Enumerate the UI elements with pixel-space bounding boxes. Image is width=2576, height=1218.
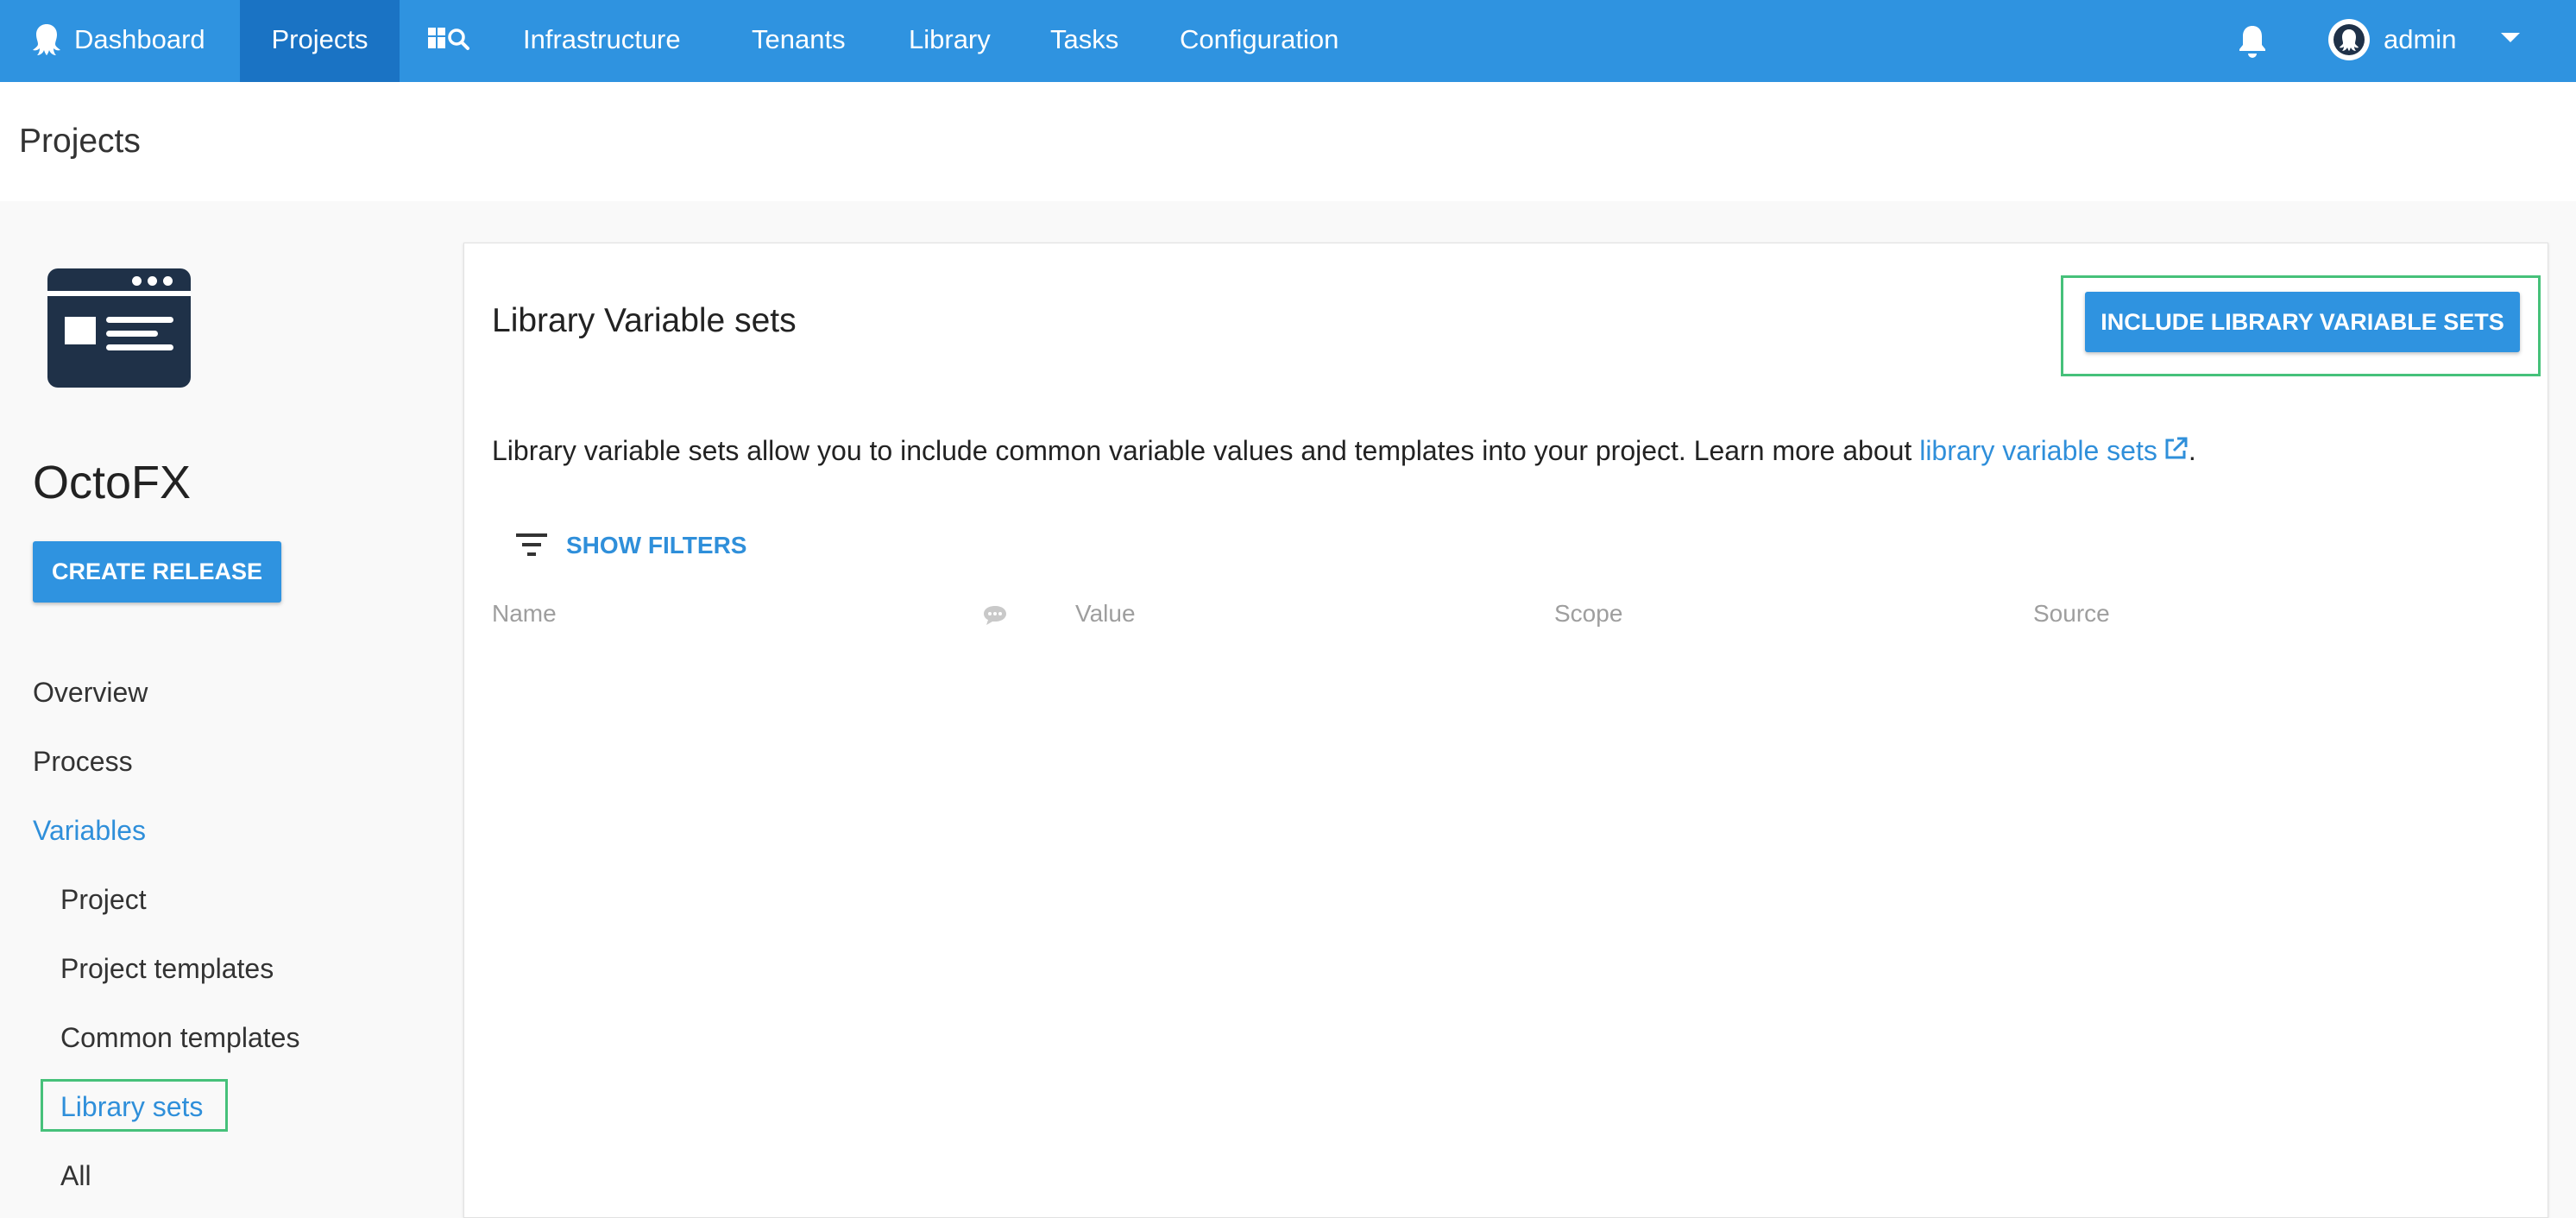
include-library-variable-sets-button[interactable]: INCLUDE LIBRARY VARIABLE SETS bbox=[2085, 292, 2520, 352]
column-header-source: Source bbox=[2033, 600, 2110, 627]
octopus-icon bbox=[33, 24, 60, 55]
link-text: library variable sets bbox=[1919, 435, 2157, 466]
sidebar-item-library-sets[interactable]: Library sets bbox=[60, 1091, 203, 1123]
sidebar-item-common-templates[interactable]: Common templates bbox=[60, 1022, 299, 1054]
show-filters-label: SHOW FILTERS bbox=[566, 532, 747, 559]
nav-infrastructure[interactable]: Infrastructure bbox=[523, 0, 681, 82]
description-end: . bbox=[2188, 435, 2196, 466]
nav-dashboard-label: Dashboard bbox=[74, 24, 205, 54]
page-title: Projects bbox=[19, 123, 141, 160]
nav-library[interactable]: Library bbox=[909, 0, 991, 82]
nav-tasks[interactable]: Tasks bbox=[1050, 0, 1118, 82]
create-release-button[interactable]: CREATE RELEASE bbox=[33, 541, 281, 603]
column-header-value: Value bbox=[1075, 600, 1136, 627]
project-logo-icon bbox=[47, 268, 191, 388]
chevron-down-icon[interactable] bbox=[2501, 33, 2520, 42]
comment-icon bbox=[984, 606, 1006, 625]
project-sidebar: OctoFX CREATE RELEASE Overview Process V… bbox=[0, 201, 463, 1216]
description: Library variable sets allow you to inclu… bbox=[492, 435, 2196, 467]
dashboard-search-icon bbox=[428, 28, 469, 50]
avatar[interactable] bbox=[2328, 19, 2370, 60]
nav-projects[interactable]: Projects bbox=[240, 0, 400, 82]
page-header: Projects bbox=[0, 82, 2576, 201]
sidebar-item-all[interactable]: All bbox=[60, 1160, 91, 1192]
description-text: Library variable sets allow you to inclu… bbox=[492, 435, 1920, 466]
sidebar-item-project-templates[interactable]: Project templates bbox=[60, 953, 274, 985]
octopus-avatar-icon bbox=[2334, 24, 2365, 55]
library-variable-sets-link[interactable]: library variable sets bbox=[1919, 435, 2189, 466]
column-header-name: Name bbox=[492, 600, 557, 627]
column-header-scope: Scope bbox=[1554, 600, 1623, 627]
nav-search[interactable] bbox=[425, 0, 473, 82]
nav-configuration[interactable]: Configuration bbox=[1180, 0, 1338, 82]
sidebar-item-variables[interactable]: Variables bbox=[33, 815, 146, 847]
sidebar-item-process[interactable]: Process bbox=[33, 746, 133, 778]
sidebar-item-overview[interactable]: Overview bbox=[33, 677, 148, 709]
top-nav: Dashboard Projects Infrastructure Tenant… bbox=[0, 0, 2576, 82]
sidebar-item-project[interactable]: Project bbox=[60, 884, 147, 916]
filter-icon bbox=[516, 533, 547, 556]
library-variable-sets-card: Library Variable sets INCLUDE LIBRARY VA… bbox=[463, 243, 2548, 1218]
card-title: Library Variable sets bbox=[492, 302, 797, 339]
bell-icon[interactable] bbox=[2235, 22, 2270, 59]
nav-tenants[interactable]: Tenants bbox=[752, 0, 846, 82]
external-link-icon bbox=[2165, 437, 2188, 459]
project-name: OctoFX bbox=[33, 457, 192, 508]
user-name[interactable]: admin bbox=[2384, 0, 2456, 82]
